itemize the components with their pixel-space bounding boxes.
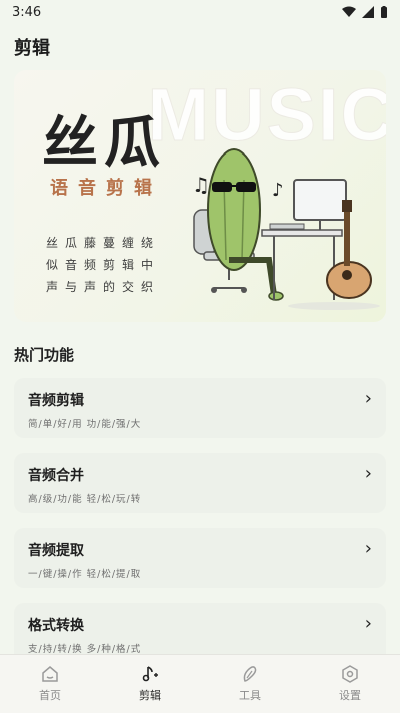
signal-icon xyxy=(362,6,374,18)
settings-icon xyxy=(342,665,358,683)
chevron-right-icon: › xyxy=(364,613,372,634)
chevron-right-icon: › xyxy=(364,463,372,484)
app-header: 剪辑 xyxy=(0,28,400,66)
nav-label: 首页 xyxy=(39,689,61,702)
card-title: 音频剪辑 xyxy=(28,393,84,409)
nav-label: 设置 xyxy=(339,689,361,702)
nav-item-settings[interactable]: 设置 xyxy=(300,655,400,713)
card-desc: 支/持/转/换 多/种/格/式 xyxy=(28,644,142,655)
banner[interactable]: MUSIC 丝瓜 语音剪辑 丝瓜藤蔓缠绕 似音频剪辑中 声与声的交织 ♫ ♪ xyxy=(14,70,386,322)
bottom-nav: 首页 剪辑 工具 设置 xyxy=(0,654,400,713)
banner-title: 丝瓜 xyxy=(42,110,166,176)
status-icons xyxy=(342,5,388,19)
battery-icon xyxy=(381,5,387,18)
music-note-icon: ♪ xyxy=(272,180,284,201)
status-bar: 3:46 xyxy=(0,0,400,24)
slogan-line: 声与声的交织 xyxy=(46,280,161,294)
chevron-right-icon: › xyxy=(364,538,372,559)
nav-label: 工具 xyxy=(239,689,261,702)
nav-item-edit[interactable]: 剪辑 xyxy=(100,655,200,713)
card-title: 音频提取 xyxy=(28,543,84,559)
chevron-right-icon: › xyxy=(364,388,372,409)
home-icon xyxy=(42,666,58,682)
feature-card-audio-merge[interactable]: 音频合并 高/级/功/能 轻/松/玩/转 › xyxy=(14,453,386,513)
feature-card-audio-extract[interactable]: 音频提取 一/键/操/作 轻/松/提/取 › xyxy=(14,528,386,588)
nav-item-home[interactable]: 首页 xyxy=(0,655,100,713)
slogan-line: 丝瓜藤蔓缠绕 xyxy=(46,236,161,250)
nav-item-tools[interactable]: 工具 xyxy=(200,655,300,713)
nav-label: 剪辑 xyxy=(139,689,161,702)
music-note-icon: ♫ xyxy=(192,173,210,197)
banner-subtitle: 语音剪辑 xyxy=(50,178,162,199)
card-desc: 一/键/操/作 轻/松/提/取 xyxy=(28,569,142,580)
card-title: 格式转换 xyxy=(28,618,84,634)
slogan-line: 似音频剪辑中 xyxy=(46,258,161,272)
card-desc: 高/级/功/能 轻/松/玩/转 xyxy=(28,494,142,505)
card-desc: 简/单/好/用 功/能/强/大 xyxy=(28,419,142,430)
page-title: 剪辑 xyxy=(14,38,50,59)
status-time: 3:46 xyxy=(12,4,42,20)
feature-card-audio-edit[interactable]: 音频剪辑 简/单/好/用 功/能/强/大 › xyxy=(14,378,386,438)
banner-illustration: ♫ ♪ xyxy=(192,148,380,310)
music-note-icon xyxy=(142,666,158,682)
tool-icon xyxy=(243,666,257,682)
banner-slogan: 丝瓜藤蔓缠绕 似音频剪辑中 声与声的交织 xyxy=(46,232,160,298)
wifi-icon xyxy=(342,6,356,17)
section-title: 热门功能 xyxy=(14,346,75,364)
card-title: 音频合并 xyxy=(28,468,84,484)
